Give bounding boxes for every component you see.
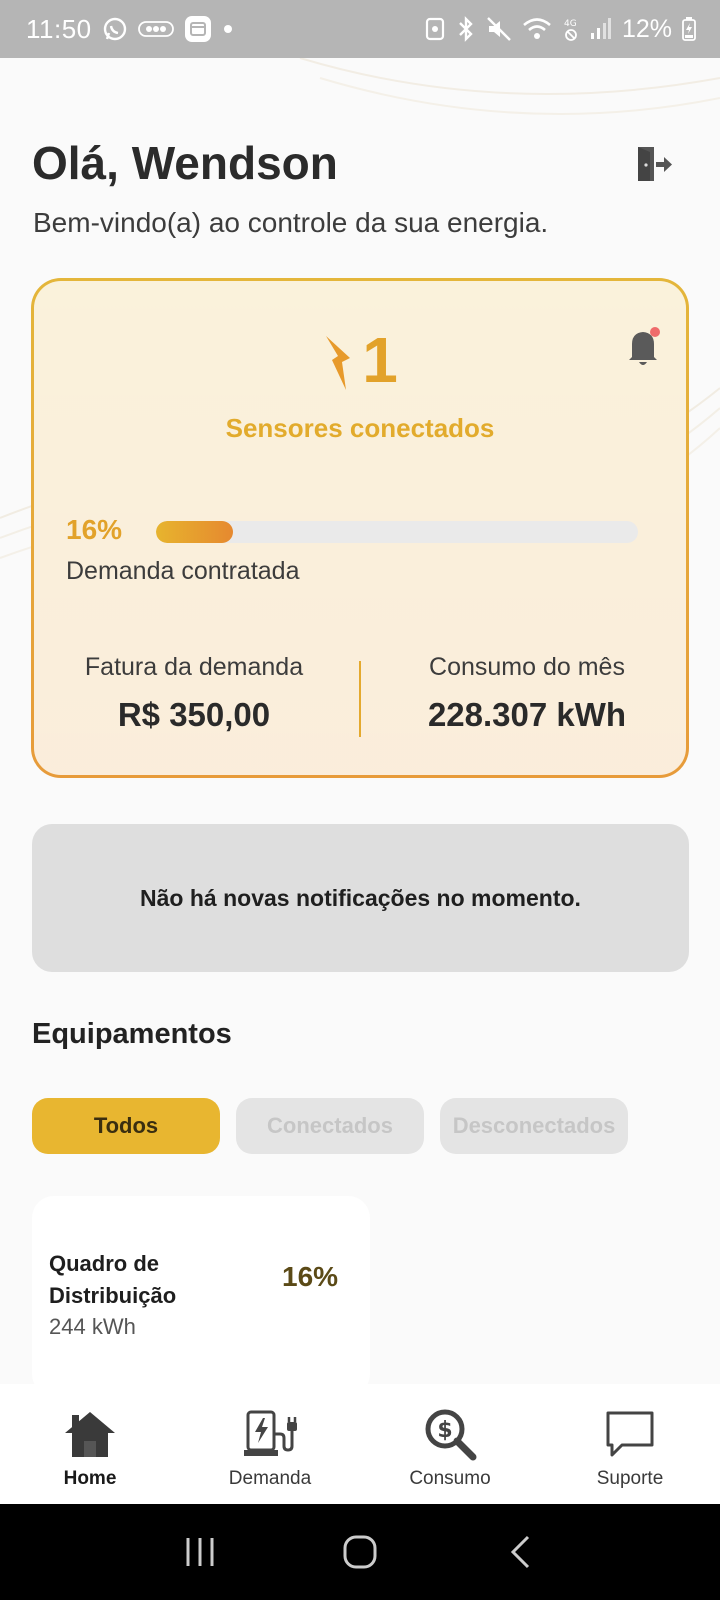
home-screen: 11:50 4G 12% Olá, Wendson Bem-vindo(a) a… <box>0 0 720 1600</box>
logout-icon <box>638 147 672 181</box>
home-system-button[interactable] <box>330 1522 390 1582</box>
status-bar: 11:50 4G 12% <box>0 0 720 58</box>
nav-item-consumo[interactable]: $ Consumo <box>360 1384 540 1504</box>
system-navigation-bar <box>0 1504 720 1600</box>
home-icon <box>62 1406 118 1462</box>
demand-progress-bar <box>156 521 638 543</box>
money-search-icon: $ <box>422 1406 478 1462</box>
battery-charging-icon <box>682 17 696 41</box>
consumption-label: Consumo do mês <box>429 653 625 681</box>
sensor-count: 1 <box>362 324 398 396</box>
demand-contracted-label: Demanda contratada <box>66 557 300 585</box>
filter-chip-disconnected[interactable]: Desconectados <box>440 1098 628 1154</box>
sensor-count-row: 1 <box>34 326 686 394</box>
mobile-data-4g-icon: 4G <box>562 16 580 42</box>
status-time: 11:50 <box>26 13 92 44</box>
nav-item-demanda[interactable]: Demanda <box>180 1384 360 1504</box>
svg-text:$: $ <box>437 1418 452 1443</box>
equipment-card[interactable]: Quadro de Distribuição 244 kWh 16% <box>32 1196 370 1396</box>
svg-text:4G: 4G <box>564 19 577 29</box>
carrier-app-icon <box>137 19 174 39</box>
data-saver-icon <box>424 17 446 41</box>
bottom-navigation: Home Demanda $ Consumo Suporte <box>0 1384 720 1504</box>
battery-percent: 12% <box>621 14 672 43</box>
notifications-bell-button[interactable] <box>624 325 664 369</box>
app-notification-icon <box>184 15 212 43</box>
nav-label-home: Home <box>63 1468 117 1489</box>
nav-item-home[interactable]: Home <box>0 1384 180 1504</box>
ev-charger-icon <box>242 1406 298 1462</box>
filter-chip-all[interactable]: Todos <box>32 1098 220 1154</box>
invoice-stat: Fatura da demanda R$ 350,00 <box>44 653 344 734</box>
nav-item-suporte[interactable]: Suporte <box>540 1384 720 1504</box>
no-notifications-message: Não há novas notificações no momento. <box>140 884 581 911</box>
equipment-name: Quadro de Distribuição <box>49 1251 177 1308</box>
back-chevron-icon <box>510 1535 530 1569</box>
more-notifications-dot-icon <box>222 23 234 35</box>
equipments-title: Equipamentos <box>32 1018 232 1050</box>
home-circle-icon <box>343 1535 377 1569</box>
energy-summary-card: 1 Sensores conectados 16% Demanda contra… <box>31 278 689 778</box>
back-button[interactable] <box>490 1522 550 1582</box>
consumption-stat: Consumo do mês 228.307 kWh <box>377 653 677 734</box>
recent-apps-button[interactable] <box>170 1522 230 1582</box>
equipment-energy: 244 kWh <box>49 1314 136 1339</box>
unread-dot <box>650 327 660 337</box>
chat-bubble-icon <box>602 1406 658 1462</box>
nav-label-consumo: Consumo <box>409 1468 491 1489</box>
greeting-title: Olá, Wendson <box>32 137 338 189</box>
sensors-connected-label: Sensores conectados <box>225 413 495 443</box>
filter-chip-connected[interactable]: Conectados <box>236 1098 424 1154</box>
bluetooth-icon <box>456 16 476 42</box>
lightning-bolt-icon <box>326 336 351 390</box>
nav-label-suporte: Suporte <box>596 1468 664 1489</box>
logout-button[interactable] <box>630 140 678 188</box>
consumption-value: 228.307 kWh <box>427 696 627 733</box>
signal-icon <box>590 17 612 41</box>
notifications-panel: Não há novas notificações no momento. <box>32 824 689 972</box>
equipment-percent: 16% <box>282 1261 339 1292</box>
wifi-icon <box>522 17 552 41</box>
invoice-label: Fatura da demanda <box>84 653 304 681</box>
mute-icon <box>486 16 512 42</box>
demand-progress-fill <box>156 521 234 543</box>
welcome-subtitle: Bem-vindo(a) ao controle da sua energia. <box>33 207 549 238</box>
recent-apps-icon <box>186 1538 214 1566</box>
stat-divider <box>359 661 361 737</box>
demand-percent: 16% <box>66 514 123 545</box>
whatsapp-icon <box>102 16 128 42</box>
bell-icon <box>629 327 660 365</box>
invoice-value: R$ 350,00 <box>117 696 271 733</box>
nav-label-demanda: Demanda <box>228 1468 312 1489</box>
